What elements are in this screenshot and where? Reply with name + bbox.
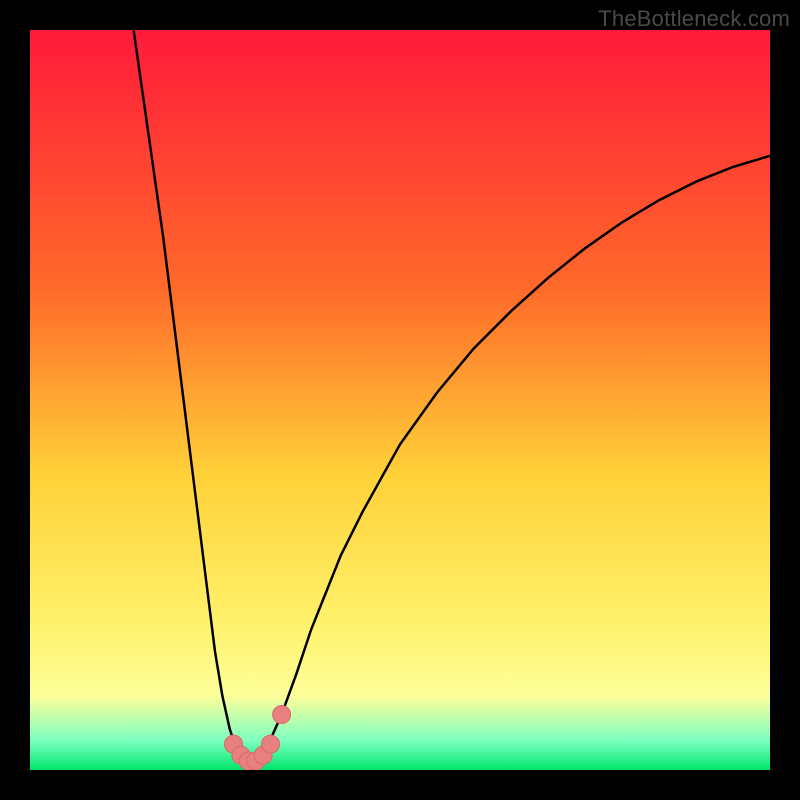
bottleneck-chart bbox=[30, 30, 770, 770]
watermark-text: TheBottleneck.com bbox=[598, 6, 790, 32]
marker-point bbox=[273, 706, 291, 724]
gradient-background bbox=[30, 30, 770, 770]
chart-frame: TheBottleneck.com bbox=[0, 0, 800, 800]
plot-area bbox=[30, 30, 770, 770]
marker-point bbox=[262, 735, 280, 753]
